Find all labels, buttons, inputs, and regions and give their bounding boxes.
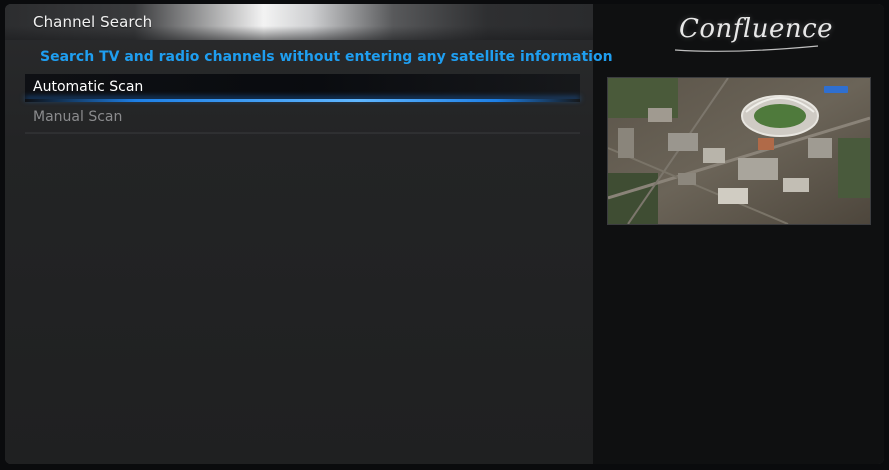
menu-item-automatic-scan[interactable]: Automatic Scan [25,74,580,102]
window-frame: Channel Search Search TV and radio chann… [5,4,884,464]
screen: Channel Search Search TV and radio chann… [0,0,889,470]
info-panel: Confluence [593,4,884,464]
tv-preview-image [607,77,871,225]
logo-swoosh-icon [674,45,819,52]
menu-item-label: Automatic Scan [33,79,144,95]
menu-item-manual-scan[interactable]: Manual Scan [25,104,580,133]
page-title: Channel Search [33,13,153,31]
score-badge [824,86,848,93]
confluence-logo: Confluence [679,14,834,44]
description-text: Search TV and radio channels without ent… [40,49,613,65]
selection-highlight [25,99,580,102]
divider [25,133,580,134]
aerial-stadium-thumbnail [608,78,870,224]
menu-item-label: Manual Scan [33,109,123,125]
menu-panel: Channel Search Search TV and radio chann… [5,4,613,464]
